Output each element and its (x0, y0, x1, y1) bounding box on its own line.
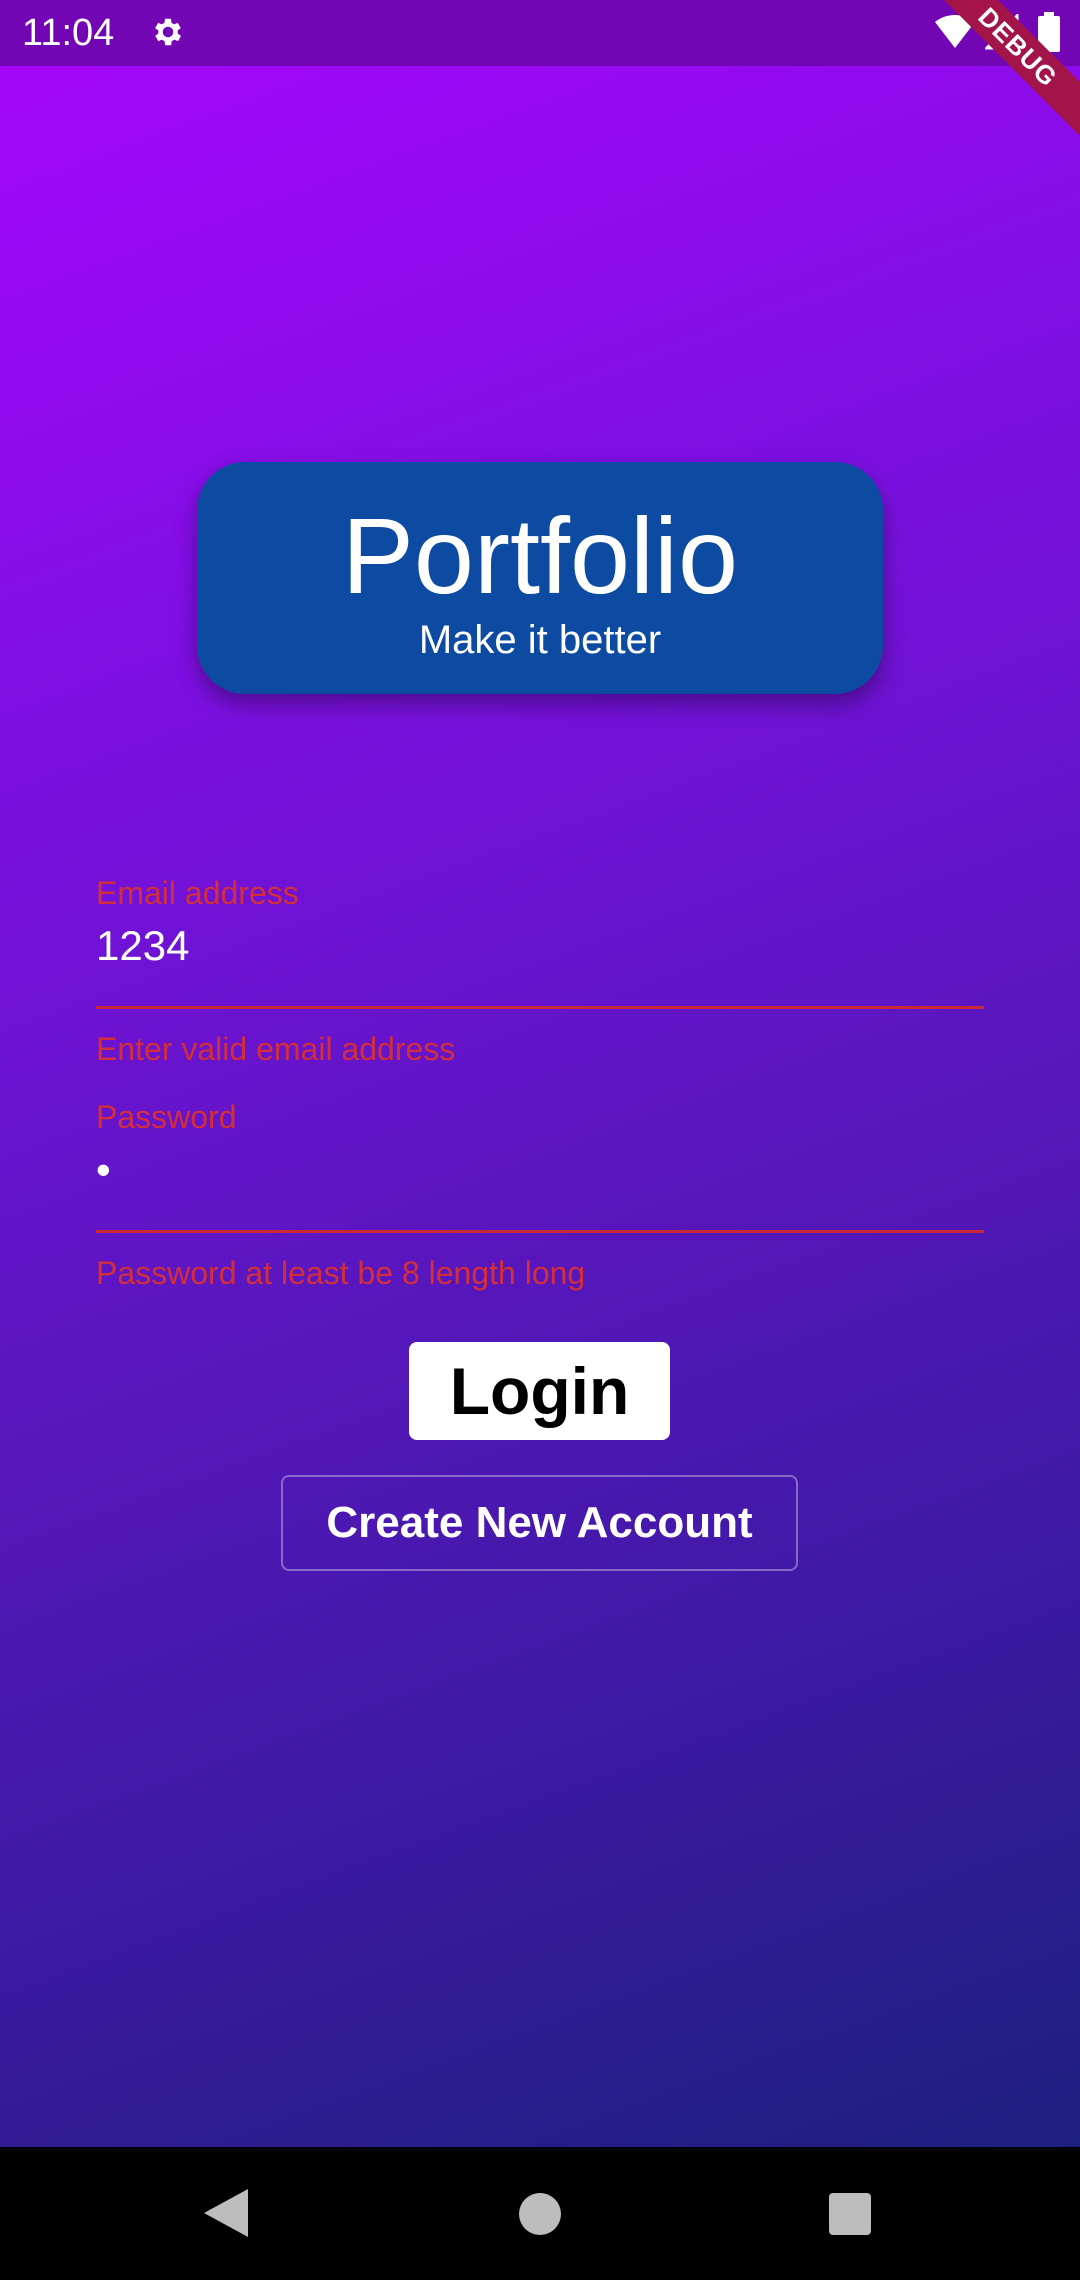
email-input[interactable]: 1234 (96, 922, 189, 970)
email-underline (96, 1006, 984, 1009)
password-field[interactable]: Password • Password at least be 8 length… (96, 1096, 984, 1291)
email-label: Email address (96, 875, 299, 911)
logo-card: Portfolio Make it better (197, 462, 883, 694)
login-screen: 11:04 DEBUG Portfolio Make it better Ema… (0, 0, 1080, 2147)
login-button[interactable]: Login (409, 1342, 670, 1440)
create-account-button[interactable]: Create New Account (281, 1475, 798, 1571)
password-input[interactable]: • (96, 1146, 111, 1194)
app-title: Portfolio (341, 495, 739, 616)
navigation-bar (0, 2147, 1080, 2280)
password-error: Password at least be 8 length long (96, 1255, 586, 1291)
recents-icon[interactable] (829, 2193, 871, 2235)
app-tagline: Make it better (418, 618, 662, 662)
status-bar: 11:04 (0, 0, 1080, 66)
email-error: Enter valid email address (96, 1031, 456, 1067)
back-icon[interactable] (204, 2189, 248, 2237)
password-label: Password (96, 1099, 237, 1135)
email-field[interactable]: Email address 1234 Enter valid email add… (96, 872, 984, 1067)
password-underline (96, 1230, 984, 1233)
home-icon[interactable] (519, 2193, 561, 2235)
status-time: 11:04 (22, 12, 115, 54)
gear-icon (155, 18, 182, 46)
